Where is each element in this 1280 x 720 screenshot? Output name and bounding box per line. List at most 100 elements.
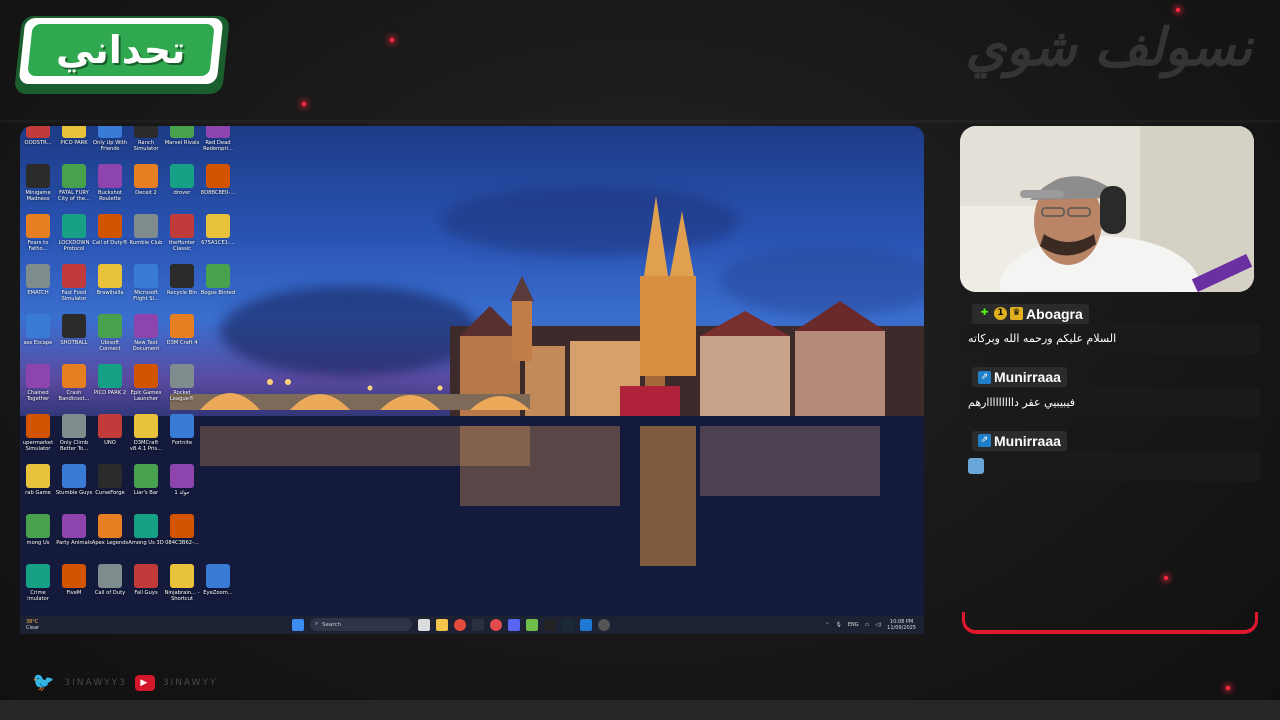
app-icon [134, 314, 158, 338]
desktop-icon[interactable]: EyeZoom... [200, 564, 236, 596]
desktop-icon[interactable]: Bogos Binted [200, 264, 236, 296]
app-icon[interactable] [580, 618, 592, 631]
app-icon [170, 364, 194, 388]
desktop-icon[interactable]: Microsoft Flight Si... [128, 264, 164, 302]
desktop-icon-label: PICO PARK 2 [93, 390, 127, 396]
desktop-icon[interactable]: Only Climb Better To... [56, 414, 92, 452]
task-view-icon[interactable] [418, 618, 430, 631]
desktop-icon[interactable]: Buckshot Roulette [92, 164, 128, 202]
minecraft-icon[interactable] [526, 618, 538, 631]
desktop-icon[interactable]: Ninjabrain... - Shortcut [164, 564, 200, 602]
app-icon [62, 564, 86, 588]
desktop-icon[interactable]: D3MCraft v8.4.1 Pris... [128, 414, 164, 452]
capcut-icon[interactable] [544, 618, 556, 631]
chevron-up-icon[interactable]: ⌃ [825, 622, 829, 628]
desktop-icon[interactable]: FiveM [56, 564, 92, 596]
taskbar-search[interactable]: ⌕ Search [310, 618, 412, 631]
volume-icon[interactable]: ◁) [875, 622, 881, 628]
desktop-icon[interactable]: drover [164, 164, 200, 196]
desktop-icon[interactable]: 084C3B62-... [164, 514, 200, 546]
desktop-icon[interactable]: rab Game [20, 464, 56, 496]
desktop-icon[interactable]: Ranch Simulator [128, 126, 164, 152]
desktop-icon[interactable]: LOCKDOWN Protocol [56, 214, 92, 252]
app-icon [26, 514, 50, 538]
microphone-icon[interactable]: 🎙 [836, 622, 842, 628]
stream-overlay: تحداني نسولف شوي OODSTR... PICO PARK Onl… [0, 0, 1280, 720]
desktop-icon[interactable]: Fortnite [164, 414, 200, 446]
desktop-icon[interactable]: Stumble Guys [56, 464, 92, 496]
desktop-icon[interactable]: PICO PARK [56, 126, 92, 146]
desktop-icon[interactable]: Crash Bandicoot... [56, 364, 92, 402]
verified-badge-icon: ⇗ [978, 370, 991, 384]
desktop-icon-label: rab Game [25, 490, 51, 496]
desktop-icon[interactable]: Fast Food Simulator [56, 264, 92, 302]
desktop-icon[interactable]: Ubisoft Connect [92, 314, 128, 352]
desktop-icon[interactable]: mong Us [20, 514, 56, 546]
app-icon [98, 126, 122, 138]
desktop-icon-label: Brawlhalla [96, 290, 124, 296]
twitter-icon: 🐦 [32, 672, 57, 693]
chat-message: ⇗ Munirraaa [962, 427, 1260, 481]
app-icon [170, 314, 194, 338]
desktop-icon[interactable]: Red Dead Redempti... [200, 126, 236, 152]
desktop-icon-label: Party Animals [56, 540, 92, 546]
desktop-icon[interactable]: OODSTR... [20, 126, 56, 146]
app-icon [134, 514, 158, 538]
language-indicator[interactable]: ENG [848, 622, 859, 628]
network-icon[interactable]: ▭ [865, 622, 870, 628]
start-menu-icon[interactable] [292, 618, 304, 631]
desktop-icon[interactable]: Call of Duty [92, 564, 128, 596]
app-icon[interactable] [490, 618, 502, 631]
chat-username-chip: ⇗ Munirraaa [972, 430, 1067, 451]
discord-icon[interactable] [508, 618, 520, 631]
desktop-icon[interactable]: Among Us 3D [128, 514, 164, 546]
app-icon [170, 214, 194, 238]
desktop-icon[interactable]: Liar's Bar [128, 464, 164, 496]
desktop-icon[interactable]: Deceit 2 [128, 164, 164, 196]
steam-icon[interactable] [562, 618, 574, 631]
desktop-icon-label: Fears to Fatho... [27, 240, 49, 252]
desktop-icon[interactable]: theHunter Classic [164, 214, 200, 252]
app-icon [26, 414, 50, 438]
desktop-icon-label: 084C3B62-... [165, 540, 199, 546]
desktop-icon[interactable]: Only Up With Friends [92, 126, 128, 152]
app-icon [134, 564, 158, 588]
desktop-icon[interactable]: EMATCH [20, 264, 56, 296]
desktop-icon-label: Only Up With Friends [92, 140, 128, 152]
desktop-icon[interactable]: Chained Together [20, 364, 56, 402]
weather-widget[interactable]: 38°C Clear [26, 619, 39, 631]
desktop-icon[interactable]: Party Animals [56, 514, 92, 546]
desktop-icon-label: LOCKDOWN Protocol [58, 240, 90, 252]
desktop-icon[interactable]: Rocket League® [164, 364, 200, 402]
desktop-icon[interactable]: D3M Craft 4 [164, 314, 200, 346]
chrome-icon[interactable] [454, 618, 466, 631]
desktop-icon[interactable]: upermarket Simulator [20, 414, 56, 452]
desktop-icon[interactable]: جولة 1 [164, 464, 200, 496]
desktop-icon[interactable]: PICO PARK 2 [92, 364, 128, 396]
desktop-icon[interactable]: Brawlhalla [92, 264, 128, 296]
obs-icon[interactable] [598, 618, 610, 631]
taskbar-clock[interactable]: 10:08 PM 11/09/2025 [887, 619, 916, 631]
desktop-icon[interactable]: Fears to Fatho... [20, 214, 56, 252]
desktop-icon[interactable]: Call of Duty® [92, 214, 128, 246]
desktop-icon[interactable]: Crime imulator [20, 564, 56, 602]
desktop-icon[interactable]: 8D8BC8E0-... [200, 164, 236, 196]
desktop-icon[interactable]: Marvel Rivals [164, 126, 200, 146]
desktop-icon-label: Stumble Guys [55, 490, 93, 496]
desktop-icon[interactable]: 675A1CE1-... [200, 214, 236, 246]
desktop-icon[interactable]: Recycle Bin [164, 264, 200, 296]
desktop-icon[interactable]: Fall Guys [128, 564, 164, 596]
desktop-icon[interactable]: New Text Document [128, 314, 164, 352]
desktop-icon[interactable]: Apex Legends [92, 514, 128, 546]
file-explorer-icon[interactable] [436, 618, 448, 631]
desktop-icon[interactable]: Epic Games Launcher [128, 364, 164, 402]
desktop-icon[interactable]: FATAL FURY City of the... [56, 164, 92, 202]
desktop-icon[interactable]: UNO [92, 414, 128, 446]
desktop-icon[interactable]: CurseForge [92, 464, 128, 496]
desktop-icon[interactable]: Minigame Madness [20, 164, 56, 202]
desktop-icon-label: Recycle Bin [167, 290, 197, 296]
desktop-icon[interactable]: Rumble Club [128, 214, 164, 246]
desktop-icon[interactable]: ass Escape [20, 314, 56, 346]
desktop-icon[interactable]: SHOTBALL [56, 314, 92, 346]
xbox-icon[interactable] [472, 618, 484, 631]
